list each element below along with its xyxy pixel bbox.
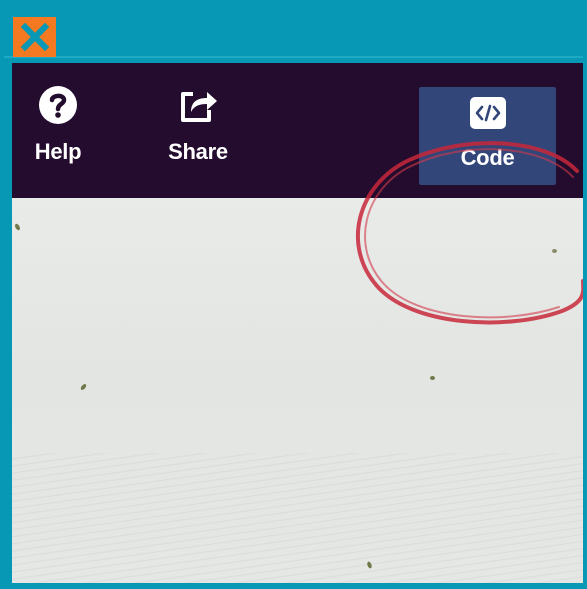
close-x-icon xyxy=(20,22,49,52)
question-circle-icon xyxy=(36,83,80,127)
leaf-debris xyxy=(552,249,557,253)
close-button[interactable] xyxy=(13,17,56,57)
code-label: Code xyxy=(460,145,515,170)
leaf-debris xyxy=(430,376,435,380)
share-button[interactable]: Share xyxy=(160,83,236,188)
share-arrow-icon xyxy=(176,83,220,127)
help-label: Help xyxy=(34,139,82,164)
code-brackets-icon xyxy=(466,91,510,135)
help-button[interactable]: Help xyxy=(28,83,88,188)
title-bar xyxy=(4,4,583,58)
code-button[interactable]: Code xyxy=(419,87,556,185)
share-label: Share xyxy=(168,139,228,164)
viewer-content: Help Share Code xyxy=(12,63,583,583)
toolbar: Help Share Code xyxy=(12,63,583,198)
window-frame: Help Share Code xyxy=(0,0,587,589)
scene-texture xyxy=(12,453,583,583)
